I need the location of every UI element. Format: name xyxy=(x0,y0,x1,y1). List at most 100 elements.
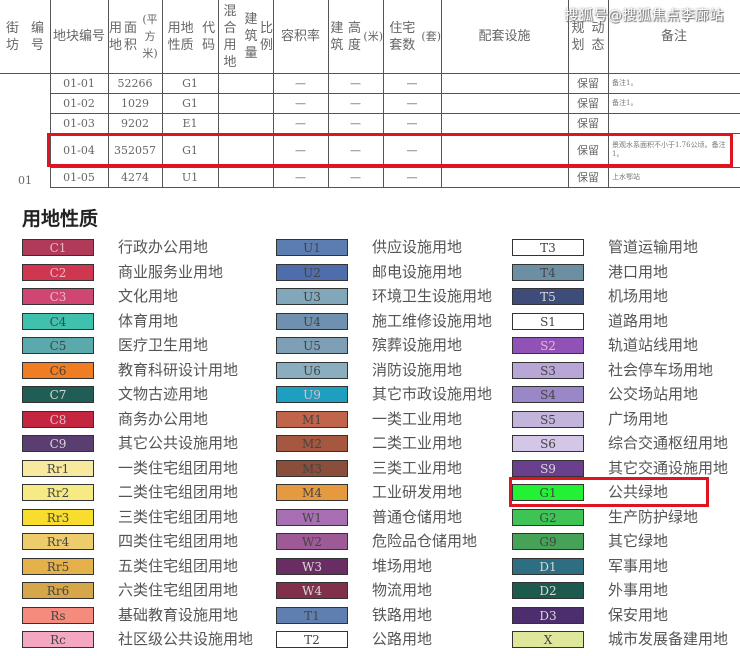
swatch-g2: G2 xyxy=(512,509,584,526)
cell-plot: 01-02 xyxy=(63,96,95,110)
cell-units: — xyxy=(406,170,418,184)
legend-label-w1: 普通仓储用地 xyxy=(372,508,463,526)
cell-height: — xyxy=(350,116,361,130)
cell-code: U1 xyxy=(181,170,199,184)
legend-highlight-box xyxy=(509,477,709,507)
watermark: 搜狐号@搜狐焦点李廊站 xyxy=(564,8,724,24)
legend-label-rr5: 五类住宅组团用地 xyxy=(118,557,239,575)
legend-label-m2: 二类工业用地 xyxy=(372,434,463,452)
swatch-rr6: Rr6 xyxy=(22,582,94,599)
legend-label-t2: 公路用地 xyxy=(372,630,433,648)
legend-label-w4: 物流用地 xyxy=(372,581,433,599)
cell-area: 1029 xyxy=(121,96,149,110)
legend-label-u5: 殡葬设施用地 xyxy=(372,336,463,354)
swatch-u9: U9 xyxy=(276,386,348,403)
swatch-rr4: Rr4 xyxy=(22,533,94,550)
legend-title: 用地性质 xyxy=(22,208,99,230)
cell-code: E1 xyxy=(182,116,198,130)
legend-label-t1: 铁路用地 xyxy=(372,606,433,624)
swatch-d1: D1 xyxy=(512,558,584,575)
swatch-c6: C6 xyxy=(22,362,94,379)
table-row-divider xyxy=(50,187,740,188)
swatch-t1: T1 xyxy=(276,607,348,624)
legend-label-s5: 广场用地 xyxy=(608,410,669,428)
cell-note xyxy=(612,113,736,133)
legend-label-s6: 综合交通枢纽用地 xyxy=(608,434,729,452)
legend-label-m3: 三类工业用地 xyxy=(372,459,463,477)
legend-label-g2: 生产防护绿地 xyxy=(608,508,699,526)
cell-units: — xyxy=(406,96,418,110)
swatch-u5: U5 xyxy=(276,337,348,354)
cell-area: 9202 xyxy=(121,116,149,130)
swatch-c5: C5 xyxy=(22,337,94,354)
cell-mixed xyxy=(218,113,273,133)
swatch-c9: C9 xyxy=(22,435,94,452)
swatch-m3: M3 xyxy=(276,460,348,477)
legend-label-w3: 堆场用地 xyxy=(372,557,433,575)
swatch-g9: G9 xyxy=(512,533,584,550)
swatch-m4: M4 xyxy=(276,484,348,501)
header-far: 容积率 xyxy=(280,29,320,44)
cell-code: G1 xyxy=(182,76,198,90)
cell-mixed xyxy=(218,167,273,187)
swatch-rr2: Rr2 xyxy=(22,484,94,501)
legend-label-rr1: 一类住宅组团用地 xyxy=(118,459,239,477)
header-height: 建筑 高度 (米) xyxy=(330,20,383,53)
cell-area: 52266 xyxy=(117,76,153,90)
legend-label-u1: 供应设施用地 xyxy=(372,238,463,256)
swatch-u1: U1 xyxy=(276,239,348,256)
swatch-rr3: Rr3 xyxy=(22,509,94,526)
legend-label-c9: 其它公共设施用地 xyxy=(118,434,239,452)
legend-label-u3: 环境卫生设施用地 xyxy=(372,287,493,305)
cell-plan: 保留 xyxy=(577,97,599,110)
legend-label-c8: 商务办公用地 xyxy=(118,410,209,428)
swatch-d2: D2 xyxy=(512,582,584,599)
legend-label-s3: 社会停车场用地 xyxy=(608,361,714,379)
legend-label-rr2: 二类住宅组团用地 xyxy=(118,483,239,501)
legend-label-d1: 军事用地 xyxy=(608,557,669,575)
legend-label-u9: 其它市政设施用地 xyxy=(372,385,493,403)
swatch-rr1: Rr1 xyxy=(22,460,94,477)
cell-facilities xyxy=(441,167,568,187)
swatch-u4: U4 xyxy=(276,313,348,330)
header-jiefang: 街坊 编号 xyxy=(5,20,44,53)
cell-plot: 01-05 xyxy=(63,170,95,184)
legend-label-c1: 行政办公用地 xyxy=(118,238,209,256)
swatch-s4: S4 xyxy=(512,386,584,403)
jiefang-value: 01 xyxy=(18,173,32,187)
header-facilities: 配套设施 xyxy=(478,29,531,44)
legend-label-c3: 文化用地 xyxy=(118,287,179,305)
cell-plot: 01-01 xyxy=(63,76,95,90)
swatch-d3: D3 xyxy=(512,607,584,624)
swatch-s9: S9 xyxy=(512,460,584,477)
header-units: 住宅套数 (套) xyxy=(389,20,441,53)
swatch-c1: C1 xyxy=(22,239,94,256)
cell-units: — xyxy=(406,116,418,130)
cell-far: — xyxy=(295,116,306,130)
legend-label-u2: 邮电设施用地 xyxy=(372,263,463,281)
swatch-s6: S6 xyxy=(512,435,584,452)
header-area: 用地 面积 (平方米) xyxy=(108,13,158,60)
legend-label-g9: 其它绿地 xyxy=(608,532,669,550)
cell-plan: 保留 xyxy=(577,77,599,90)
cell-note: 上水鄂站 xyxy=(612,172,640,181)
legend-label-t3: 管道运输用地 xyxy=(608,238,699,256)
header-plot: 地块 编号 xyxy=(52,29,106,44)
cell-note: 备注1。 xyxy=(612,98,638,107)
legend-label-t5: 机场用地 xyxy=(608,287,669,305)
legend-label-c2: 商业服务业用地 xyxy=(118,263,224,281)
swatch-u3: U3 xyxy=(276,288,348,305)
cell-facilities xyxy=(441,73,568,93)
cell-code: G1 xyxy=(182,96,198,110)
legend-label-c5: 医疗卫生用地 xyxy=(118,336,209,354)
header-mixed: 混合用地 建筑量 比例 xyxy=(223,3,273,70)
legend-label-x: 城市发展备建用地 xyxy=(608,630,729,648)
legend-label-rr6: 六类住宅组团用地 xyxy=(118,581,239,599)
cell-area: 4274 xyxy=(121,170,149,184)
swatch-rc: Rc xyxy=(22,631,94,648)
swatch-x: X xyxy=(512,631,584,648)
cell-facilities xyxy=(441,113,568,133)
legend-label-s1: 道路用地 xyxy=(608,312,669,330)
cell-units: — xyxy=(406,76,418,90)
swatch-w3: W3 xyxy=(276,558,348,575)
